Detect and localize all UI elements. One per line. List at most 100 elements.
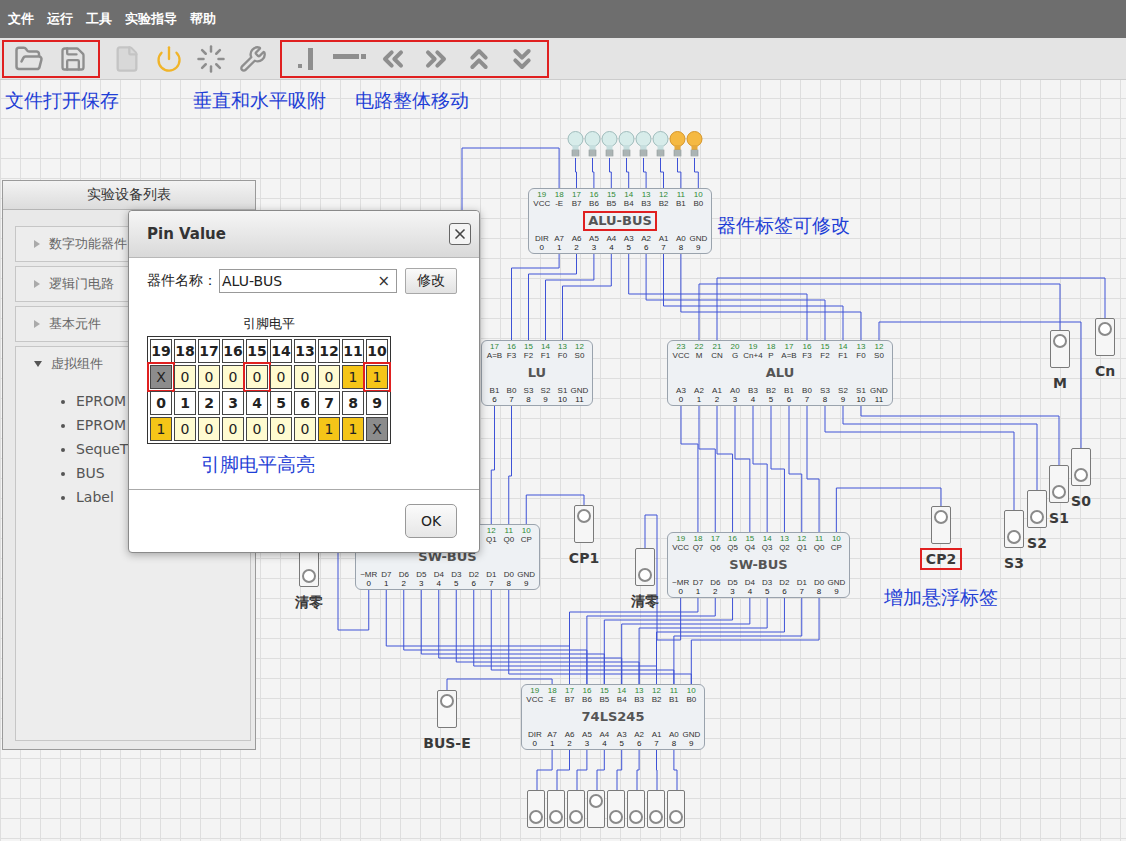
chip-pin[interactable]: 10CP — [828, 534, 845, 552]
chip-pin[interactable]: B07 — [503, 386, 520, 404]
wire[interactable] — [557, 750, 570, 790]
chip-pin[interactable]: 12Q1 — [483, 526, 501, 544]
chip-pin[interactable]: A53 — [585, 234, 602, 252]
chip-pin[interactable]: D35 — [759, 578, 776, 596]
wire[interactable] — [825, 406, 1014, 510]
chip-pin[interactable]: 19VCC — [526, 686, 543, 704]
chip-pin[interactable]: GND11 — [571, 386, 588, 404]
wire[interactable] — [593, 158, 594, 188]
wire[interactable] — [563, 254, 612, 340]
chip-pin[interactable]: S110 — [554, 386, 571, 404]
switch[interactable]: CP1 — [574, 505, 594, 569]
chip-pin[interactable]: D53 — [724, 578, 741, 596]
switch[interactable]: 清零 — [299, 549, 319, 613]
chip-pin[interactable]: 11B1 — [665, 686, 682, 704]
wire[interactable] — [576, 158, 577, 188]
loading-button[interactable] — [192, 42, 230, 76]
chip-pin[interactable]: 23VCC — [672, 342, 690, 360]
switch-body[interactable] — [635, 548, 655, 586]
chip-pin[interactable]: 19Cn+4 — [744, 342, 762, 360]
switch-body[interactable] — [1050, 330, 1070, 368]
switch-body[interactable] — [1095, 318, 1115, 356]
chip-pin[interactable]: D26 — [465, 570, 483, 588]
switch-body[interactable] — [299, 549, 319, 587]
chip-label[interactable]: SW-BUS — [724, 555, 792, 575]
chip-pin[interactable]: D17 — [483, 570, 501, 588]
chip-pin[interactable]: A17 — [648, 730, 665, 748]
chip-pin[interactable]: GND9 — [828, 578, 845, 596]
chip-pin[interactable]: GND11 — [870, 386, 888, 404]
chip-pin[interactable]: 17B7 — [561, 686, 578, 704]
modify-button[interactable]: 修改 — [405, 268, 457, 294]
wire[interactable] — [646, 254, 825, 340]
chip-pin[interactable]: GND9 — [683, 730, 700, 748]
chip-pin[interactable]: 18P — [762, 342, 780, 360]
switch-body[interactable] — [931, 506, 951, 544]
chip-pin[interactable]: 17A=B — [780, 342, 798, 360]
chip-pin[interactable]: A17 — [655, 234, 672, 252]
horizontal-snap-button[interactable] — [331, 42, 369, 76]
chip-pin[interactable]: A03 — [726, 386, 744, 404]
menu-item[interactable]: 运行 — [47, 10, 73, 28]
chip[interactable]: 19VCC18Q717Q616Q515Q414Q313Q212Q111Q010C… — [667, 532, 850, 598]
chip-pin[interactable]: 11B1 — [672, 190, 689, 208]
move-right-button[interactable] — [417, 42, 455, 76]
chip-pin[interactable]: 18-E — [550, 190, 567, 208]
wire[interactable] — [491, 406, 494, 524]
chip-label[interactable]: LU — [523, 363, 551, 383]
menu-item[interactable]: 实验指导 — [125, 10, 177, 28]
chip-pin[interactable]: D44 — [430, 570, 448, 588]
menu-item[interactable]: 工具 — [86, 10, 112, 28]
chip-pin[interactable]: 13Q2 — [776, 534, 793, 552]
chip-pin[interactable]: S29 — [834, 386, 852, 404]
clear-button[interactable]: × — [377, 272, 390, 290]
wire[interactable] — [807, 406, 819, 532]
wire[interactable] — [879, 322, 1081, 448]
chip-pin[interactable]: 16F3 — [503, 342, 520, 360]
chip-pin[interactable]: 17B7 — [568, 190, 585, 208]
chip-pin[interactable]: 16B6 — [585, 190, 602, 208]
chip-pin[interactable]: A62 — [568, 234, 585, 252]
chip-pin[interactable]: A30 — [672, 386, 690, 404]
chip-pin[interactable]: 12B2 — [655, 190, 672, 208]
chip-pin[interactable]: A71 — [550, 234, 567, 252]
chip-pin[interactable]: 13F0 — [554, 342, 571, 360]
chip-pin[interactable]: B16 — [780, 386, 798, 404]
chip-pin[interactable]: GND9 — [518, 570, 536, 588]
chip-pin[interactable]: 13F0 — [852, 342, 870, 360]
chip-pin[interactable]: S29 — [537, 386, 554, 404]
chip-pin[interactable]: 10B0 — [690, 190, 707, 208]
wire[interactable] — [674, 598, 802, 684]
save-button[interactable] — [54, 42, 92, 76]
chip-pin[interactable]: A21 — [690, 386, 708, 404]
chip-pin[interactable]: ~MR0 — [360, 570, 378, 588]
wire[interactable] — [664, 254, 844, 340]
menu-item[interactable]: 帮助 — [190, 10, 216, 28]
wire[interactable] — [610, 158, 612, 188]
chip-label[interactable]: 74LS245 — [577, 707, 650, 727]
wire[interactable] — [637, 750, 639, 790]
wire[interactable] — [843, 406, 1037, 490]
switch[interactable]: S3 — [1004, 510, 1024, 574]
chip-pin[interactable]: 14F1 — [537, 342, 554, 360]
switch-body[interactable] — [1027, 490, 1047, 528]
wire[interactable] — [691, 598, 819, 684]
chip-pin[interactable]: 13B3 — [637, 190, 654, 208]
wire[interactable] — [836, 488, 941, 532]
chip-pin[interactable]: 18Q7 — [689, 534, 706, 552]
chip-pin[interactable]: GND9 — [690, 234, 707, 252]
chip-pin[interactable]: D35 — [448, 570, 466, 588]
wire[interactable] — [509, 406, 512, 524]
wire[interactable] — [627, 158, 629, 188]
switch[interactable]: S1 — [1049, 465, 1069, 529]
wire[interactable] — [717, 406, 733, 532]
wire[interactable] — [537, 750, 552, 790]
chip-pin[interactable]: 17Q6 — [707, 534, 724, 552]
chip[interactable]: 17A=B16F315F214F113F012S0LUB16B07S38S29S… — [481, 340, 593, 406]
chip-pin[interactable]: 14Q3 — [759, 534, 776, 552]
switch[interactable]: Cn — [1095, 318, 1115, 382]
chip-pin[interactable]: D17 — [793, 578, 810, 596]
chip-pin[interactable]: 15F2 — [520, 342, 537, 360]
chip-pin[interactable]: D53 — [413, 570, 431, 588]
switch-body[interactable] — [1071, 448, 1091, 486]
